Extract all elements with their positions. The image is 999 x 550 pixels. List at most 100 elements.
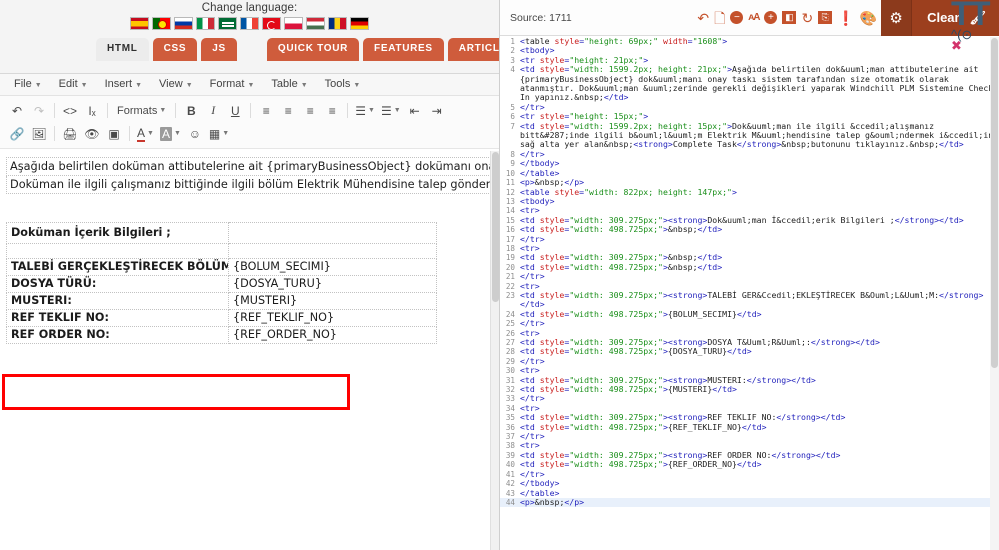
code-line[interactable]: 37 </tr>: [500, 431, 999, 441]
tab-css[interactable]: CSS: [152, 38, 198, 61]
bullet-list-icon[interactable]: ☰ ▼: [352, 100, 378, 121]
hungary-flag[interactable]: [306, 17, 325, 30]
poland-flag[interactable]: [284, 17, 303, 30]
code-line[interactable]: 28 <td style="width: 498.725px;">{DOSYA_T…: [500, 346, 999, 357]
editor-scrollbar[interactable]: [490, 151, 499, 550]
table-glyph: ▦: [208, 126, 221, 141]
line-number: 6: [510, 112, 515, 122]
content-paragraph-1[interactable]: Aşağıda belirtilen doküman attibutelerin…: [6, 157, 499, 176]
menu-edit[interactable]: Edit ▼: [52, 76, 95, 93]
code-line[interactable]: 36 <td style="width: 498.725px;">{REF_TEK…: [500, 422, 999, 432]
clear-formatting-icon[interactable]: Iₓ: [81, 100, 103, 121]
refresh-icon[interactable]: ↻: [801, 11, 813, 25]
new-document-icon[interactable]: 🗋: [714, 11, 725, 25]
gear-icon[interactable]: ⚙: [881, 0, 912, 36]
align-center-icon[interactable]: ≡: [277, 100, 299, 121]
table-header-cell: Doküman İçerik Bilgileri ;: [6, 222, 229, 244]
content-table[interactable]: Doküman İçerik Bilgileri ; TALEBİ GERÇEK…: [6, 222, 437, 344]
code-line[interactable]: 42 </tbody>: [500, 478, 999, 488]
source-code-editor[interactable]: 1 <table style="height: 69px;" width="160…: [500, 37, 999, 550]
code-line[interactable]: 33 </tr>: [500, 394, 999, 404]
menu-format[interactable]: Format ▼: [203, 76, 262, 93]
germany-flag[interactable]: [350, 17, 369, 30]
code-line[interactable]: 24 <td style="width: 498.725px;">{BOLUM_S…: [500, 309, 999, 319]
emoticon-icon[interactable]: ☺: [184, 123, 206, 144]
portugal-flag[interactable]: [152, 17, 171, 30]
code-line[interactable]: 17 </tr>: [500, 234, 999, 244]
code-line[interactable]: 8 </tr>: [500, 149, 999, 159]
code-line[interactable]: 16 <td style="width: 498.725px;">&nbsp;</…: [500, 224, 999, 234]
scrollbar-thumb[interactable]: [991, 38, 998, 368]
code-line[interactable]: 21 </tr>: [500, 271, 999, 281]
align-left-icon[interactable]: ≡: [255, 100, 277, 121]
tab-articles[interactable]: ARTICLES: [447, 38, 499, 61]
code-line[interactable]: 7 <td style="width: 1599.2px; height: 15p…: [500, 121, 999, 150]
text-color-icon[interactable]: A ▼: [134, 123, 157, 144]
scrollbar-thumb[interactable]: [492, 152, 499, 302]
code-line[interactable]: 23 <td style="width: 309.275px;"><strong>…: [500, 290, 999, 310]
code-line[interactable]: 13 <tbody>: [500, 196, 999, 206]
source-code-icon[interactable]: <>: [59, 100, 81, 121]
copy-icon[interactable]: ⎘: [818, 11, 833, 24]
image-icon[interactable]: 🖼: [28, 123, 50, 144]
code-line[interactable]: 40 <td style="width: 498.725px;">{REF_ORD…: [500, 459, 999, 469]
menu-view[interactable]: View ▼: [152, 76, 200, 93]
italy-flag[interactable]: [196, 17, 215, 30]
numbered-list-icon[interactable]: ☰ ▼: [378, 100, 404, 121]
menu-table[interactable]: Table ▼: [264, 76, 314, 93]
menu-file[interactable]: File ▼: [7, 76, 49, 93]
link-icon[interactable]: 🔗: [6, 123, 28, 144]
code-line[interactable]: 4 <td style="width: 1599.2px; height: 21p…: [500, 64, 999, 103]
preview-icon[interactable]: 👁: [81, 123, 103, 144]
formats-dropdown[interactable]: Formats ▼: [112, 100, 171, 121]
code-line[interactable]: 9 </tbody>: [500, 158, 999, 168]
media-icon[interactable]: ▣: [103, 123, 125, 144]
turkey-flag[interactable]: [262, 17, 281, 30]
align-justify-icon[interactable]: ≡: [321, 100, 343, 121]
table-icon[interactable]: ▦ ▼: [206, 123, 232, 144]
font-size-icon[interactable]: ᴀA: [748, 12, 760, 23]
russia-flag[interactable]: [174, 17, 193, 30]
tab-html[interactable]: HTML: [96, 38, 149, 61]
tab-features[interactable]: FEATURES: [363, 38, 444, 61]
code-line[interactable]: 25 </tr>: [500, 318, 999, 328]
menu-tools[interactable]: Tools ▼: [318, 76, 368, 93]
code-line[interactable]: 44 <p>&nbsp;</p>: [500, 497, 999, 508]
editor-content-area[interactable]: Aşağıda belirtilen doküman attibutelerin…: [0, 151, 499, 550]
code-line[interactable]: 29 </tr>: [500, 356, 999, 366]
code-line[interactable]: 1 <table style="height: 69px;" width="160…: [500, 37, 999, 46]
bold-icon[interactable]: B: [180, 100, 202, 121]
menu-insert[interactable]: Insert ▼: [98, 76, 149, 93]
palette-icon[interactable]: 🎨: [860, 11, 877, 25]
increase-font-icon[interactable]: +: [764, 11, 778, 24]
tab-js[interactable]: JS: [201, 38, 237, 61]
italic-icon[interactable]: I: [202, 100, 224, 121]
clean-button[interactable]: Clean 🖌: [911, 0, 999, 36]
redo-icon[interactable]: ↷: [28, 100, 50, 121]
background-color-icon[interactable]: A ▼: [157, 123, 184, 144]
editor-pane: Change language: HTML CSS JS QUICK TOUR …: [0, 0, 499, 550]
undo-icon[interactable]: ↶: [697, 11, 709, 25]
code-line[interactable]: 32 <td style="width: 498.725px;">{MUSTERI…: [500, 384, 999, 394]
source-scrollbar[interactable]: [990, 37, 999, 550]
print-icon[interactable]: 🖨: [59, 123, 81, 144]
code-line[interactable]: 12 <table style="width: 822px; height: 14…: [500, 187, 999, 197]
saudi-arabia-flag[interactable]: [218, 17, 237, 30]
romania-flag[interactable]: [328, 17, 347, 30]
align-right-icon[interactable]: ≡: [299, 100, 321, 121]
underline-icon[interactable]: U: [224, 100, 246, 121]
france-flag[interactable]: [240, 17, 259, 30]
code-line[interactable]: 41 </tr>: [500, 469, 999, 479]
indent-icon[interactable]: ⇥: [426, 100, 448, 121]
info-icon[interactable]: ❗: [837, 11, 854, 25]
fullscreen-icon[interactable]: ◧: [782, 11, 797, 24]
content-paragraph-2[interactable]: Doküman ile ilgili çalışmanız bittiğinde…: [6, 176, 499, 194]
decrease-font-icon[interactable]: −: [730, 11, 744, 24]
code-line[interactable]: 20 <td style="width: 498.725px;">&nbsp;</…: [500, 262, 999, 272]
outdent-icon[interactable]: ⇤: [404, 100, 426, 121]
code-text: <td style="width: 498.725px;">{DOSYA_TUR…: [520, 346, 752, 357]
undo-icon[interactable]: ↶: [6, 100, 28, 121]
tab-quick-tour[interactable]: QUICK TOUR: [266, 38, 360, 61]
spain-flag[interactable]: [130, 17, 149, 30]
